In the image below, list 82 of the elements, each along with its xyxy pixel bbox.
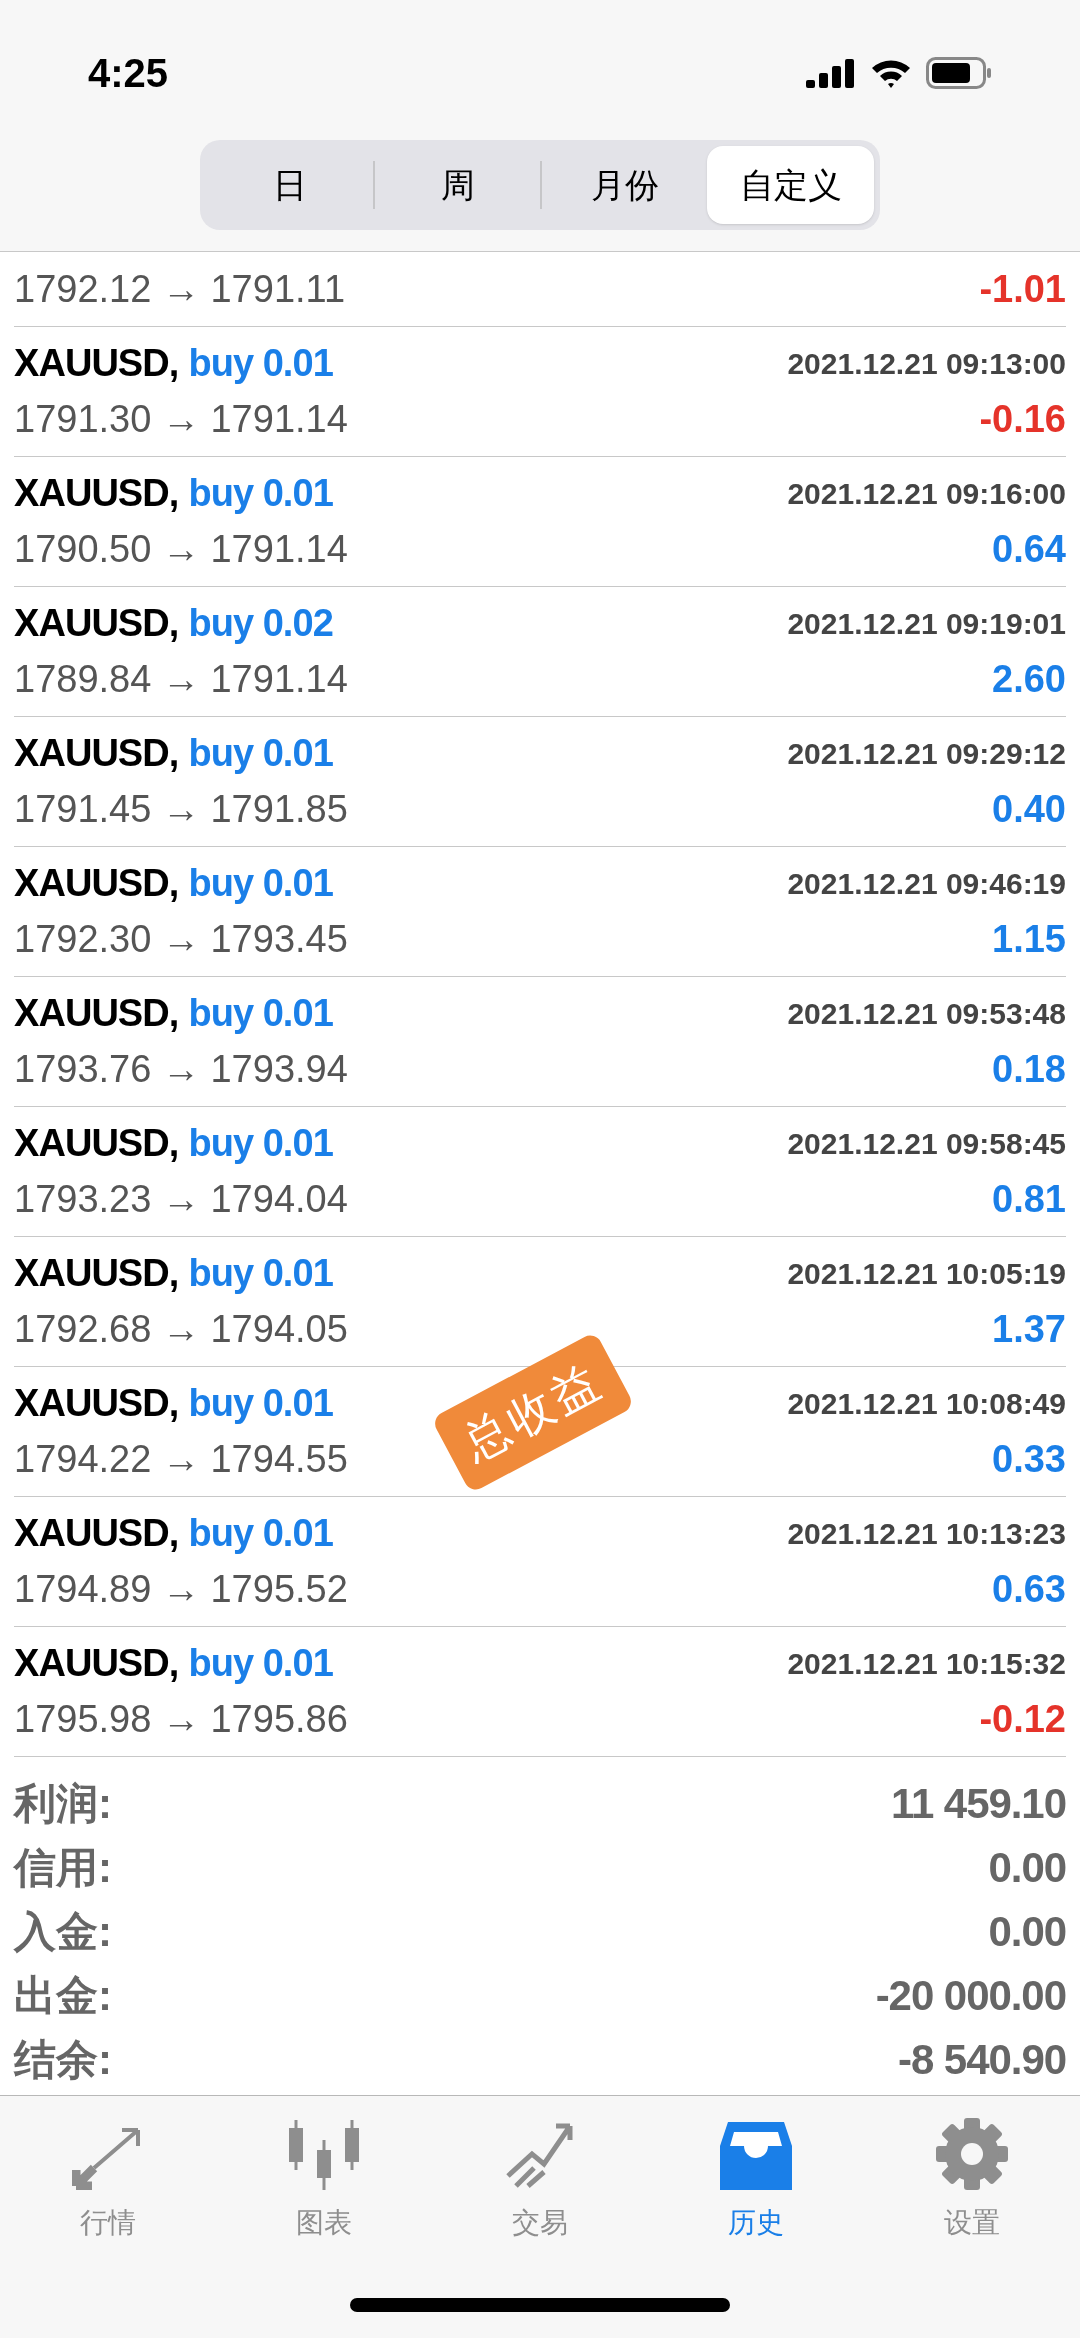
summary-label: 结余: <box>14 2034 112 2085</box>
deal-order: buy 0.01 <box>188 341 333 386</box>
deal-profit: 0.40 <box>992 787 1066 832</box>
period-tab[interactable]: 自定义 <box>707 146 874 224</box>
period-tab[interactable]: 日 <box>206 146 373 224</box>
candlestick-icon <box>288 2120 360 2190</box>
deal-time: 2021.12.21 09:16:00 <box>787 476 1066 512</box>
deal-order: buy 0.01 <box>188 1381 333 1426</box>
signal-icon <box>806 58 856 88</box>
deal-order: buy 0.01 <box>188 731 333 776</box>
deal-order: buy 0.01 <box>188 1511 333 1556</box>
deal-order: buy 0.02 <box>188 601 333 646</box>
deal-profit: -0.16 <box>979 397 1066 442</box>
deal-order: buy 0.01 <box>188 1251 333 1296</box>
tab-bar-item[interactable]: 行情 <box>0 2114 216 2294</box>
deal-prices: 1795.98 → 1795.86 <box>14 1697 348 1742</box>
tab-bar-item[interactable]: 历史 <box>648 2114 864 2294</box>
deal-time: 2021.12.21 09:29:12 <box>787 736 1066 772</box>
summary-label: 入金: <box>14 1906 112 1957</box>
deal-symbol: XAUUSD, <box>14 861 179 906</box>
deal-symbol: XAUUSD, <box>14 1511 179 1556</box>
deal-prices: 1792.12 → 1791.11 <box>14 266 345 312</box>
deal-profit: 1.37 <box>992 1307 1066 1352</box>
summary-label: 信用: <box>14 1842 112 1893</box>
summary-value: -20 000.00 <box>875 1970 1066 2021</box>
deal-time: 2021.12.21 10:08:49 <box>787 1386 1066 1422</box>
deal-profit: 0.33 <box>992 1437 1066 1482</box>
deal-prices: 1791.45 → 1791.85 <box>14 787 348 832</box>
deal-prices: 1794.89 → 1795.52 <box>14 1567 348 1612</box>
deal-time: 2021.12.21 10:05:19 <box>787 1256 1066 1292</box>
tab-bar-item[interactable]: 设置 <box>864 2114 1080 2294</box>
summary-value: -8 540.90 <box>897 2034 1066 2085</box>
deal-time: 2021.12.21 09:58:45 <box>787 1126 1066 1162</box>
deal-symbol: XAUUSD, <box>14 471 179 516</box>
deal-profit: -1.01 <box>979 266 1066 312</box>
deal-symbol: XAUUSD, <box>14 731 179 776</box>
deal-order: buy 0.01 <box>188 1641 333 1686</box>
deal-time: 2021.12.21 10:15:32 <box>787 1646 1066 1682</box>
deal-prices: 1793.23 → 1794.04 <box>14 1177 348 1222</box>
deal-symbol: XAUUSD, <box>14 601 179 646</box>
period-tab[interactable]: 周 <box>375 146 540 224</box>
deal-profit: 2.60 <box>992 657 1066 702</box>
deal-profit: -0.12 <box>979 1697 1066 1742</box>
summary-value: 0.00 <box>988 1842 1066 1893</box>
deal-time: 2021.12.21 10:13:23 <box>787 1516 1066 1552</box>
deal-prices: 1792.68 → 1794.05 <box>14 1307 348 1352</box>
deal-symbol: XAUUSD, <box>14 991 179 1036</box>
deal-prices: 1793.76 → 1793.94 <box>14 1047 348 1092</box>
deal-time: 2021.12.21 09:46:19 <box>787 866 1066 902</box>
summary-label: 出金: <box>14 1970 112 2021</box>
summary-value: 11 459.10 <box>890 1778 1066 1829</box>
deal-prices: 1791.30 → 1791.14 <box>14 397 348 442</box>
deal-prices: 1789.84 → 1791.14 <box>14 657 348 702</box>
deal-profit: 0.63 <box>992 1567 1066 1612</box>
tab-bar-item[interactable]: 图表 <box>216 2114 432 2294</box>
deal-profit: 0.81 <box>992 1177 1066 1222</box>
deal-symbol: XAUUSD, <box>14 1251 179 1296</box>
deal-prices: 1792.30 → 1793.45 <box>14 917 348 962</box>
deal-order: buy 0.01 <box>188 471 333 516</box>
tab-bar-item[interactable]: 交易 <box>432 2114 648 2294</box>
deal-order: buy 0.01 <box>188 861 333 906</box>
deal-profit: 1.15 <box>992 917 1066 962</box>
deal-symbol: XAUUSD, <box>14 1641 179 1686</box>
deal-profit: 0.64 <box>992 527 1066 572</box>
deal-time: 2021.12.21 09:53:48 <box>787 996 1066 1032</box>
deal-profit: 0.18 <box>992 1047 1066 1092</box>
deal-order: buy 0.01 <box>188 991 333 1036</box>
inbox-icon <box>720 2122 792 2190</box>
deal-time: 2021.12.21 09:13:00 <box>787 346 1066 382</box>
settings-icon <box>936 2118 1008 2190</box>
deal-prices: 1790.50 → 1791.14 <box>14 527 348 572</box>
period-tab[interactable]: 月份 <box>542 146 707 224</box>
deal-prices: 1794.22 → 1794.55 <box>14 1437 348 1482</box>
summary-value: 0.00 <box>988 1906 1066 1957</box>
deal-time: 2021.12.21 09:19:01 <box>787 606 1066 642</box>
status-time: 4:25 <box>88 50 169 97</box>
battery-icon <box>926 57 992 89</box>
deal-symbol: XAUUSD, <box>14 1121 179 1166</box>
summary-label: 利润: <box>14 1778 112 1829</box>
deal-symbol: XAUUSD, <box>14 341 179 386</box>
deal-order: buy 0.01 <box>188 1121 333 1166</box>
deal-symbol: XAUUSD, <box>14 1381 179 1426</box>
